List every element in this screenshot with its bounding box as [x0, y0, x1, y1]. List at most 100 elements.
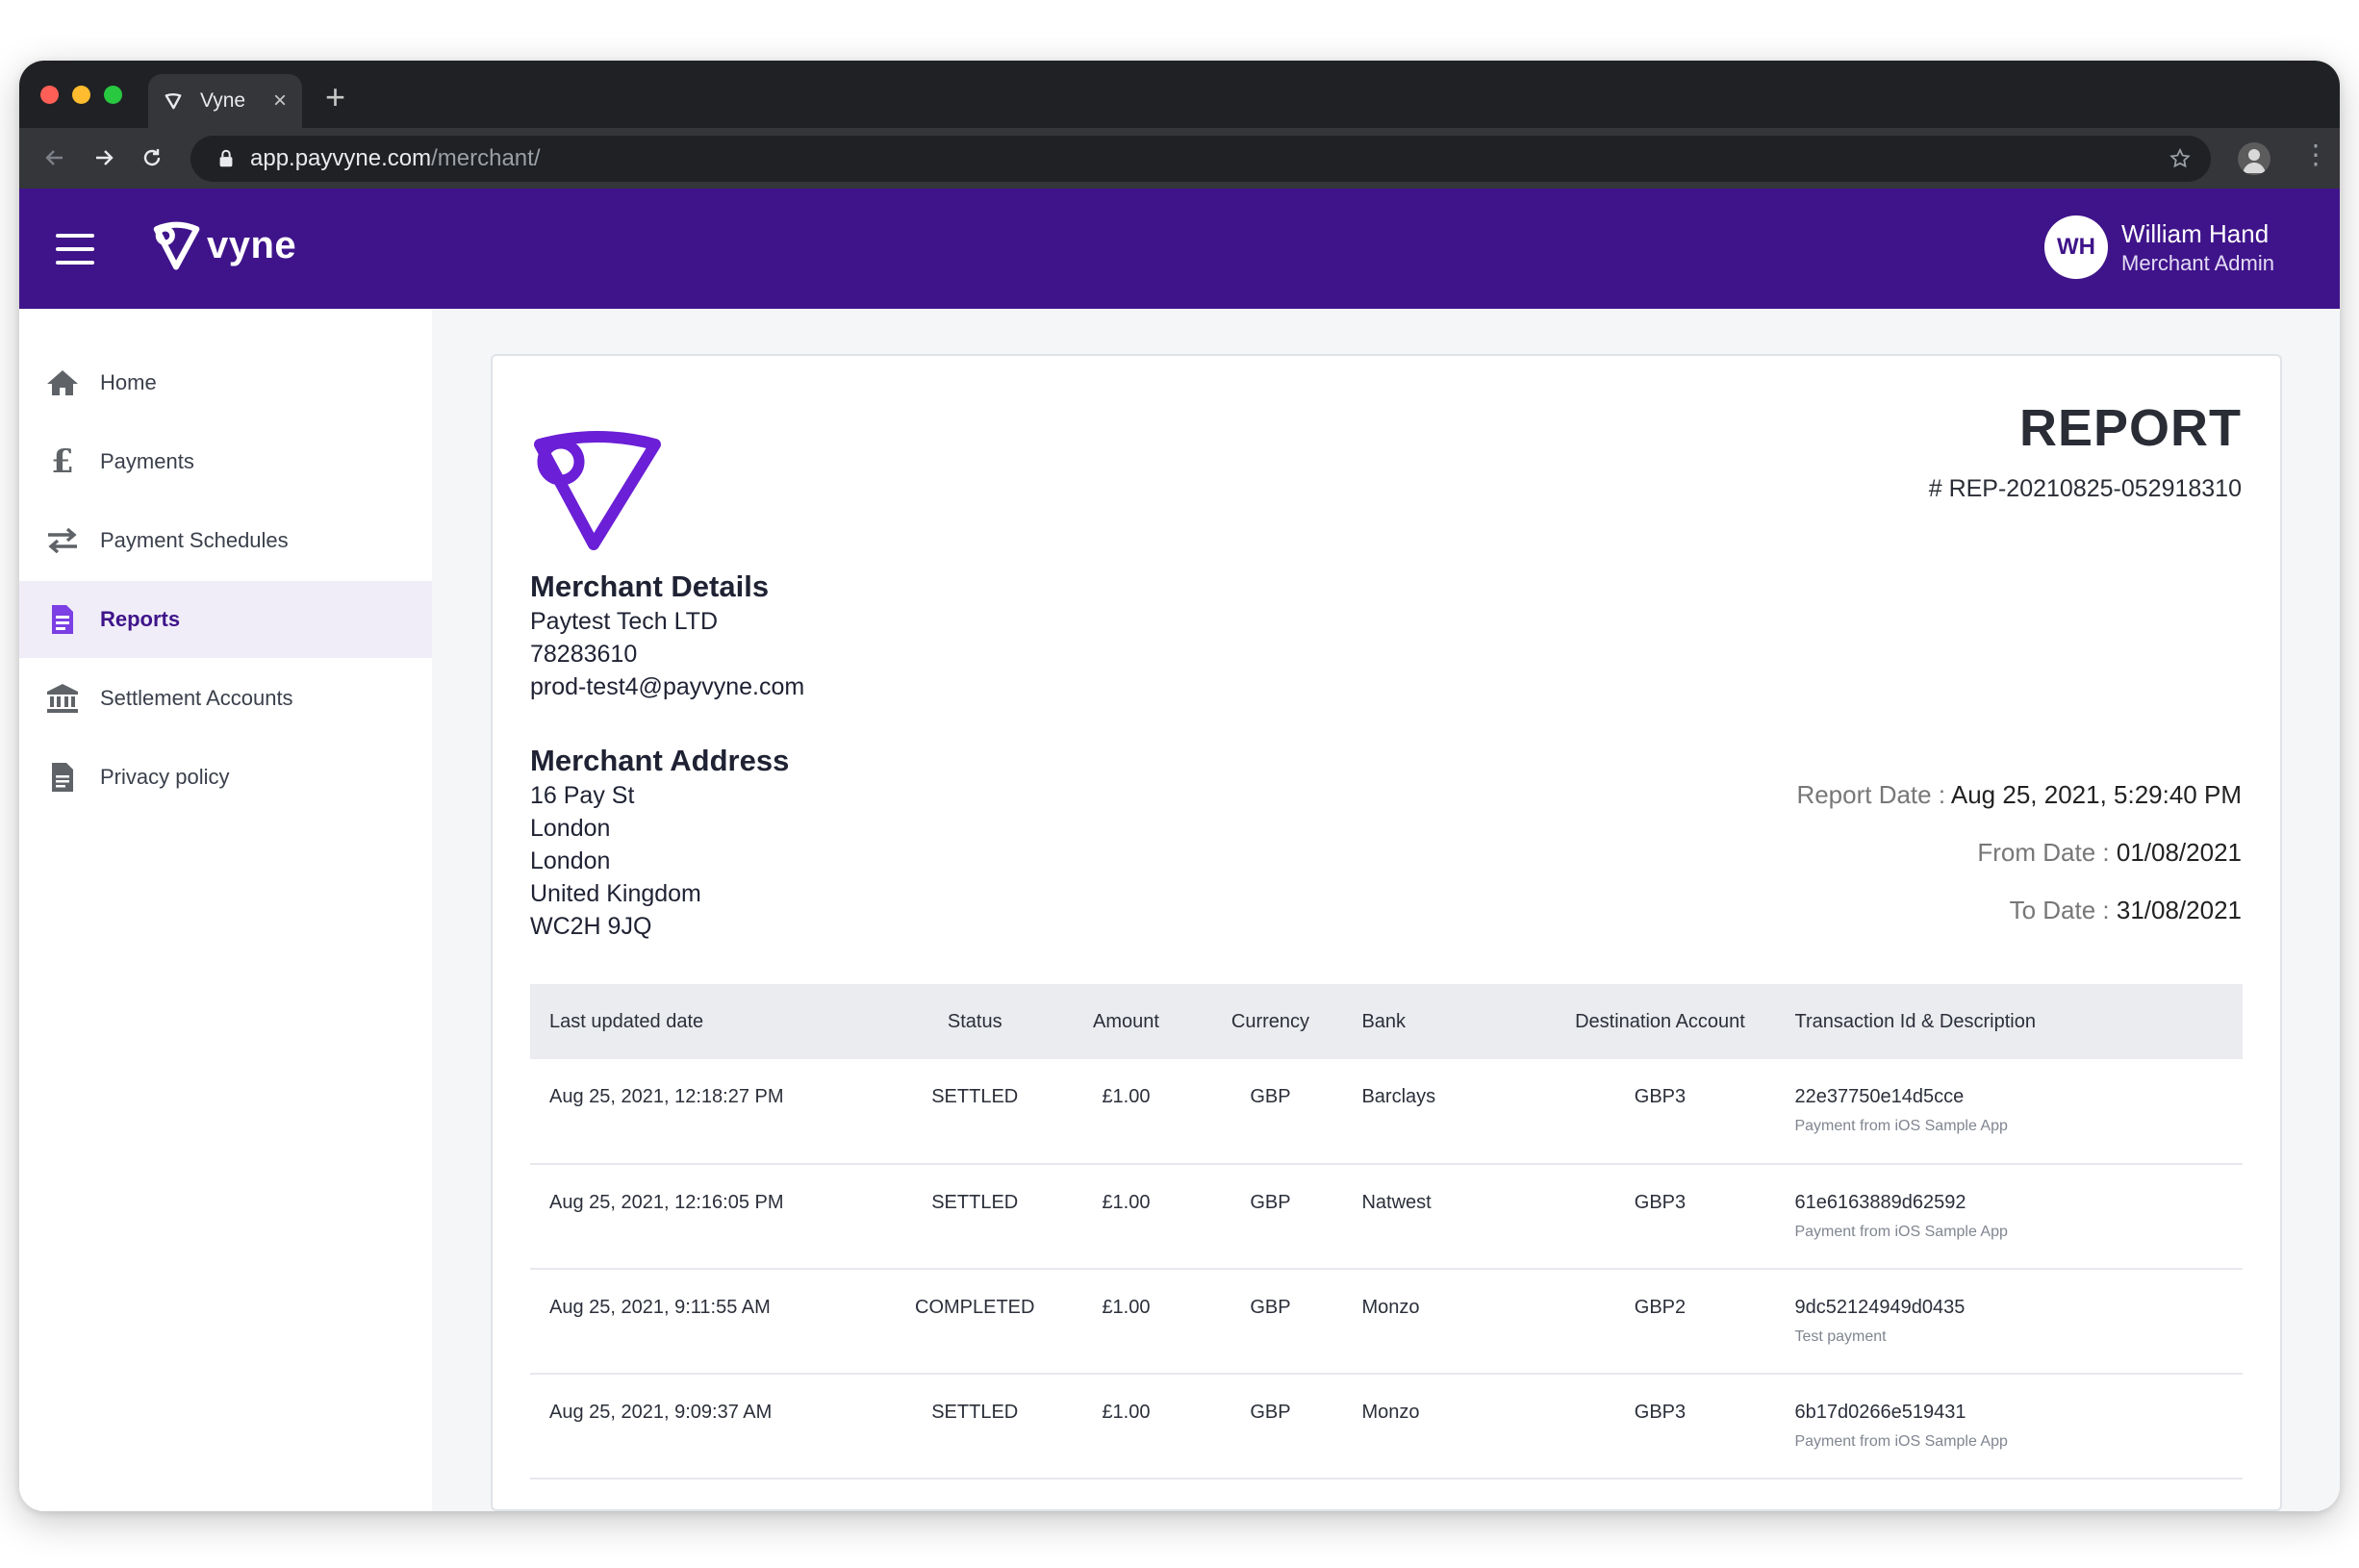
report-date-value: Aug 25, 2021, 5:29:40 PM: [1950, 780, 2242, 809]
report-number: # REP-20210825-052918310: [1928, 475, 2242, 502]
cell-currency: GBP: [1198, 1164, 1343, 1270]
transaction-description: Payment from iOS Sample App: [1794, 1224, 2008, 1240]
reload-icon[interactable]: [136, 141, 168, 174]
column-header[interactable]: Transaction Id & Description: [1775, 984, 2243, 1059]
sidebar-item-label: Reports: [100, 607, 181, 631]
merchant-name: Paytest Tech LTD: [530, 608, 718, 635]
sidebar-item-privacy-policy[interactable]: Privacy policy: [19, 739, 432, 816]
browser-profile-avatar[interactable]: [2238, 142, 2270, 175]
user-menu[interactable]: WH William Hand Merchant Admin: [2044, 215, 2274, 279]
tab-title: Vyne: [200, 89, 246, 112]
column-header[interactable]: Amount: [1053, 984, 1198, 1059]
pound-icon: £: [51, 443, 74, 481]
address-line: United Kingdom: [530, 880, 701, 907]
user-role: Merchant Admin: [2121, 250, 2274, 275]
cell-amount: £1.00: [1053, 1374, 1199, 1479]
table-row[interactable]: Aug 25, 2021, 9:09:37 AM SETTLED £1.00 G…: [530, 1374, 2243, 1479]
merchant-address-heading: Merchant Address: [530, 744, 790, 777]
cell-transaction: 6b17d0266e519431 Payment from iOS Sample …: [1775, 1374, 2243, 1479]
maximize-window-button[interactable]: [104, 86, 122, 104]
transaction-id: 61e6163889d62592: [1794, 1192, 1966, 1213]
sidebar-item-label: Home: [100, 370, 157, 394]
cell-amount: £1.00: [1053, 1269, 1199, 1375]
sidebar-item-label: Payment Schedules: [100, 528, 289, 552]
back-arrow-icon[interactable]: [38, 141, 71, 174]
report-date: Report Date : Aug 25, 2021, 5:29:40 PM: [1796, 780, 2242, 810]
vyne-logo-large-icon: [530, 431, 665, 557]
cell-bank: Barclays: [1342, 1059, 1545, 1165]
cell-date: Aug 25, 2021, 12:16:05 PM: [530, 1164, 896, 1270]
cell-currency: GBP: [1198, 1374, 1343, 1479]
cell-bank: Monzo: [1342, 1374, 1545, 1479]
browser-tab[interactable]: Vyne ×: [148, 74, 302, 128]
cell-currency: GBP: [1198, 1059, 1343, 1165]
from-date: From Date : 01/08/2021: [1977, 838, 2242, 868]
merchant-id: 78283610: [530, 641, 638, 668]
cell-status: SETTLED: [896, 1374, 1054, 1479]
bank-icon: [44, 682, 81, 715]
sidebar-item-label: Payments: [100, 449, 194, 473]
table-row[interactable]: Aug 25, 2021, 9:11:55 AM COMPLETED £1.00…: [530, 1269, 2243, 1375]
column-header[interactable]: Currency: [1198, 984, 1342, 1059]
swap-arrows-icon: [44, 524, 81, 557]
brand-name: vyne: [207, 223, 297, 266]
table-row[interactable]: Aug 25, 2021, 12:18:27 PM SETTLED £1.00 …: [530, 1059, 2243, 1165]
address-line: London: [530, 847, 611, 874]
vyne-logo-mark-icon: [153, 221, 200, 270]
cell-currency: GBP: [1198, 1269, 1343, 1375]
vyne-favicon-icon: [164, 90, 185, 112]
address-line: London: [530, 815, 611, 842]
cell-destination: GBP2: [1544, 1269, 1776, 1375]
column-header[interactable]: Last updated date: [530, 984, 896, 1059]
new-tab-icon[interactable]: +: [325, 80, 345, 114]
address-line: WC2H 9JQ: [530, 913, 652, 940]
cell-transaction: 61e6163889d62592 Payment from iOS Sample …: [1775, 1164, 2243, 1270]
cell-status: SETTLED: [896, 1059, 1054, 1165]
cell-bank: Natwest: [1342, 1164, 1545, 1270]
sidebar-item-payments[interactable]: £ Payments: [19, 423, 432, 500]
column-header[interactable]: Destination Account: [1544, 984, 1775, 1059]
column-header[interactable]: Status: [896, 984, 1053, 1059]
cell-amount: £1.00: [1053, 1059, 1199, 1165]
transaction-description: Payment from iOS Sample App: [1794, 1433, 2008, 1450]
cell-bank: Monzo: [1342, 1269, 1545, 1375]
cell-amount: £1.00: [1053, 1164, 1199, 1270]
transaction-description: Payment from iOS Sample App: [1794, 1118, 2008, 1134]
sidebar-item-home[interactable]: Home: [19, 344, 432, 421]
home-icon: [44, 367, 81, 399]
tab-close-icon[interactable]: ×: [273, 89, 287, 113]
cell-destination: GBP3: [1544, 1059, 1776, 1165]
from-date-label: From Date :: [1977, 838, 2110, 867]
forward-arrow-icon[interactable]: [88, 141, 120, 174]
close-window-button[interactable]: [40, 86, 59, 104]
bookmark-star-icon[interactable]: [2169, 147, 2192, 170]
table-row[interactable]: Aug 25, 2021, 12:16:05 PM SETTLED £1.00 …: [530, 1164, 2243, 1270]
merchant-email: prod-test4@payvyne.com: [530, 673, 805, 700]
cell-date: Aug 25, 2021, 12:18:27 PM: [530, 1059, 896, 1165]
report-document-icon: [44, 603, 81, 636]
sidebar: Home £ Payments Payment Schedules Report…: [19, 309, 432, 1511]
user-name: William Hand: [2121, 218, 2270, 248]
lock-icon: [219, 149, 233, 167]
address-bar[interactable]: app.payvyne.com/merchant/: [190, 136, 2211, 182]
to-date-label: To Date :: [2009, 896, 2110, 924]
cell-destination: GBP3: [1544, 1374, 1776, 1479]
from-date-value: 01/08/2021: [2116, 838, 2242, 867]
vyne-logo[interactable]: vyne: [149, 218, 296, 272]
report-title: REPORT: [2018, 399, 2242, 457]
sidebar-item-payment-schedules[interactable]: Payment Schedules: [19, 502, 432, 579]
hamburger-menu-icon[interactable]: [56, 234, 94, 265]
minimize-window-button[interactable]: [72, 86, 90, 104]
report-date-label: Report Date :: [1796, 780, 1946, 809]
cell-transaction: 9dc52124949d0435 Test payment: [1775, 1269, 2243, 1375]
browser-menu-icon[interactable]: ⋮: [2302, 141, 2329, 168]
to-date-value: 31/08/2021: [2116, 896, 2242, 924]
cell-transaction: 22e37750e14d5cce Payment from iOS Sample …: [1775, 1059, 2243, 1165]
browser-titlebar: Vyne × +: [19, 61, 2340, 128]
browser-toolbar: app.payvyne.com/merchant/ ⋮: [19, 128, 2340, 189]
sidebar-item-settlement-accounts[interactable]: Settlement Accounts: [19, 660, 432, 737]
sidebar-item-reports[interactable]: Reports: [19, 581, 432, 658]
sidebar-item-label: Privacy policy: [100, 765, 230, 789]
column-header[interactable]: Bank: [1342, 984, 1544, 1059]
transaction-id: 9dc52124949d0435: [1794, 1297, 1966, 1318]
